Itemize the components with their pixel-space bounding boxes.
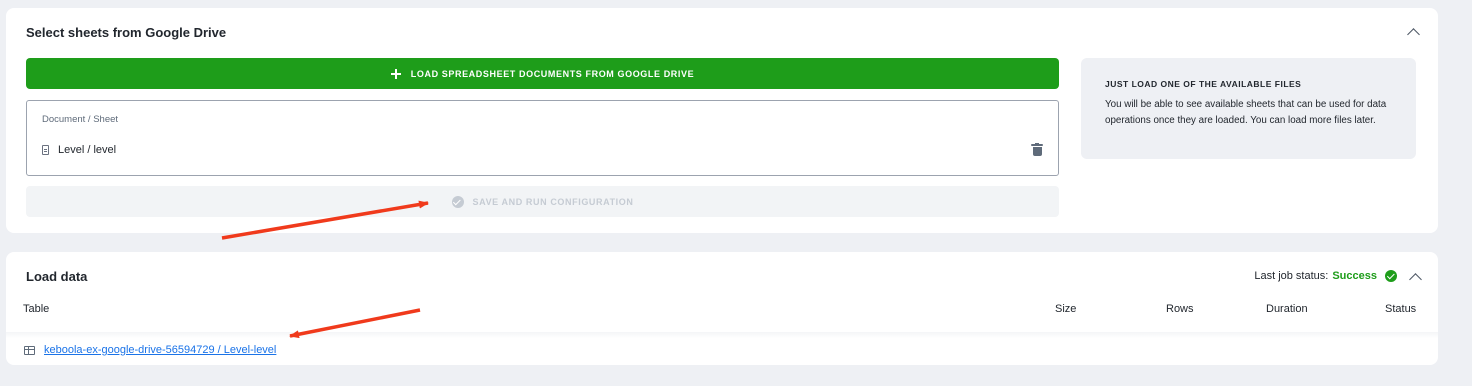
annotation-arrows <box>221 200 429 339</box>
arrow-to-save-button <box>221 200 429 240</box>
arrow-to-table-link <box>289 308 421 339</box>
